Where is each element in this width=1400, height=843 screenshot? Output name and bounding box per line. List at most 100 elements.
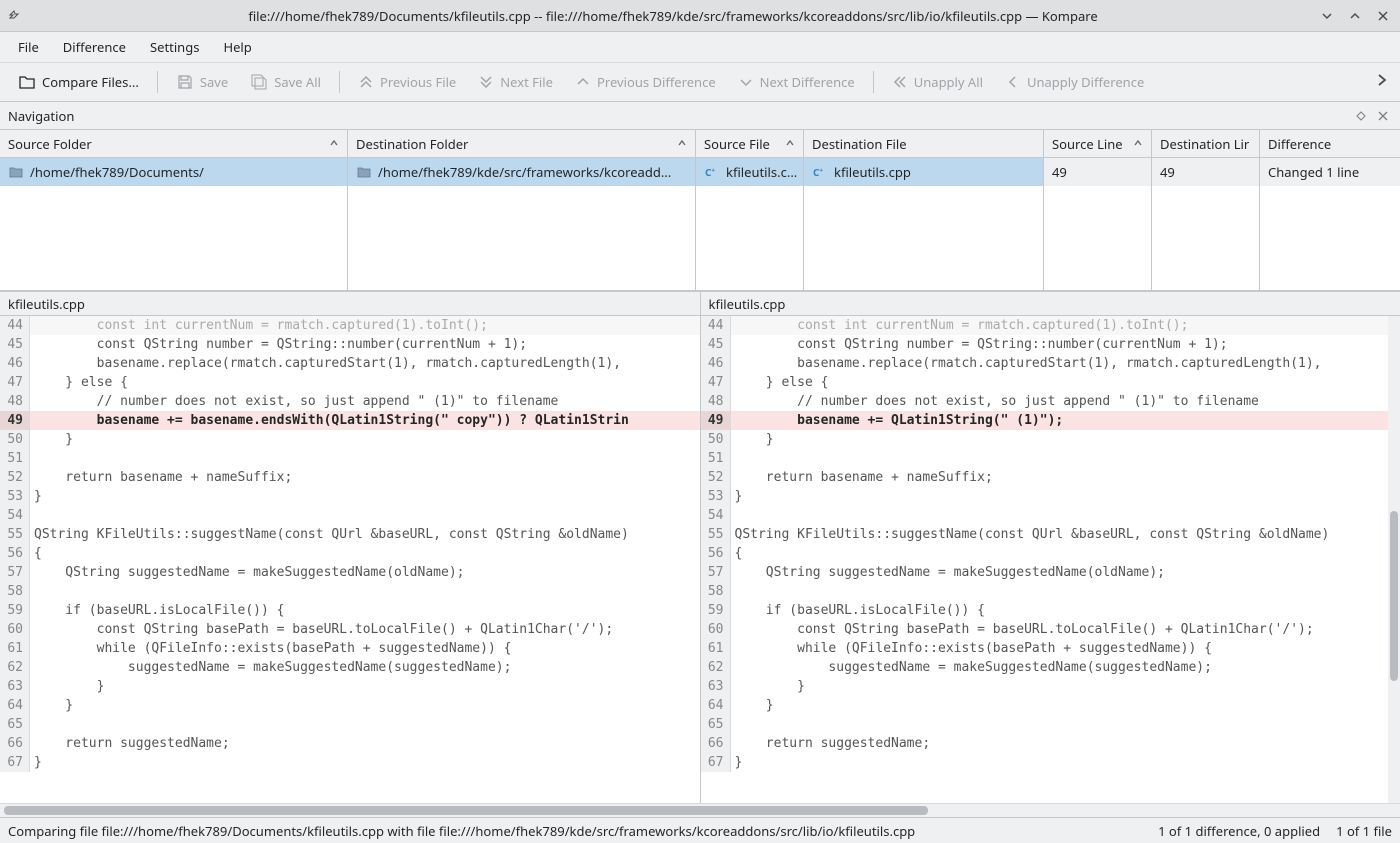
nav-row-source-file[interactable]: C⁺ kfileutils.c... — [696, 158, 803, 186]
code-line[interactable]: 66 return suggestedName; — [0, 734, 700, 753]
minimize-button[interactable] — [1318, 7, 1336, 25]
source-code[interactable]: 44 const int currentNum = rmatch.capture… — [0, 316, 700, 803]
code-line[interactable]: 65 — [0, 715, 700, 734]
code-line[interactable]: 50 } — [701, 430, 1400, 449]
vertical-scrollbar[interactable] — [1388, 316, 1400, 803]
close-button[interactable] — [1374, 7, 1392, 25]
nav-row-dest-file[interactable]: C⁺ kfileutils.cpp — [804, 158, 1043, 186]
code-line[interactable]: 67} — [0, 753, 700, 772]
code-line[interactable]: 62 suggestedName = makeSuggestedName(sug… — [0, 658, 700, 677]
line-number: 62 — [0, 658, 30, 677]
menu-help[interactable]: Help — [213, 34, 261, 60]
code-line[interactable]: 56{ — [0, 544, 700, 563]
nav-row-source-folder[interactable]: /home/fhek789/Documents/ — [0, 158, 347, 186]
code-line[interactable]: 59 if (baseURL.isLocalFile()) { — [0, 601, 700, 620]
line-text: const QString basePath = baseURL.toLocal… — [731, 620, 1400, 639]
nav-row-difference[interactable]: Changed 1 line — [1260, 158, 1400, 186]
line-number: 59 — [0, 601, 30, 620]
code-line[interactable]: 45 const QString number = QString::numbe… — [701, 335, 1400, 354]
code-line[interactable]: 66 return suggestedName; — [701, 734, 1400, 753]
code-line[interactable]: 64 } — [0, 696, 700, 715]
panel-close-button[interactable] — [1374, 107, 1392, 125]
nav-header-dest-folder[interactable]: Destination Folder — [348, 130, 695, 158]
code-line[interactable]: 44 const int currentNum = rmatch.capture… — [0, 316, 700, 335]
code-line[interactable]: 53} — [0, 487, 700, 506]
code-line[interactable]: 47 } else { — [0, 373, 700, 392]
line-number: 58 — [701, 582, 731, 601]
compare-files-button[interactable]: Compare Files... — [8, 67, 149, 97]
line-text: } — [731, 430, 1400, 449]
unapply-difference-button: Unapply Difference — [995, 67, 1154, 97]
nav-header-dest-file[interactable]: Destination File — [804, 130, 1043, 158]
line-number: 52 — [701, 468, 731, 487]
code-line[interactable]: 60 const QString basePath = baseURL.toLo… — [701, 620, 1400, 639]
pin-icon[interactable] — [8, 10, 28, 22]
line-text: return basename + nameSuffix; — [731, 468, 1400, 487]
menu-settings[interactable]: Settings — [140, 34, 209, 60]
line-text: } else { — [731, 373, 1400, 392]
window-title: file:///home/fhek789/Documents/kfileutil… — [28, 7, 1318, 25]
nav-header-source-line[interactable]: Source Line — [1044, 130, 1151, 158]
code-line[interactable]: 56{ — [701, 544, 1400, 563]
code-line[interactable]: 46 basename.replace(rmatch.capturedStart… — [701, 354, 1400, 373]
code-line[interactable]: 52 return basename + nameSuffix; — [701, 468, 1400, 487]
code-line[interactable]: 58 — [0, 582, 700, 601]
code-line[interactable]: 45 const QString number = QString::numbe… — [0, 335, 700, 354]
code-line[interactable]: 58 — [701, 582, 1400, 601]
code-line[interactable]: 48 // number does not exist, so just app… — [701, 392, 1400, 411]
code-line[interactable]: 65 — [701, 715, 1400, 734]
code-line[interactable]: 64 } — [701, 696, 1400, 715]
nav-row-dest-folder[interactable]: /home/fhek789/kde/src/frameworks/kcoread… — [348, 158, 695, 186]
code-line[interactable]: 51 — [0, 449, 700, 468]
code-line[interactable]: 57 QString suggestedName = makeSuggested… — [701, 563, 1400, 582]
line-text: // number does not exist, so just append… — [30, 392, 700, 411]
code-line[interactable]: 55QString KFileUtils::suggestName(const … — [0, 525, 700, 544]
code-line[interactable]: 60 const QString basePath = baseURL.toLo… — [0, 620, 700, 639]
nav-header-difference[interactable]: Difference — [1260, 130, 1400, 158]
code-line[interactable]: 49 basename += QLatin1String(" (1)"); — [701, 411, 1400, 430]
nav-header-dest-line[interactable]: Destination Lir — [1152, 130, 1259, 158]
nav-header-source-folder[interactable]: Source Folder — [0, 130, 347, 158]
code-line[interactable]: 55QString KFileUtils::suggestName(const … — [701, 525, 1400, 544]
code-line[interactable]: 67} — [701, 753, 1400, 772]
code-line[interactable]: 53} — [701, 487, 1400, 506]
line-number: 56 — [701, 544, 731, 563]
code-line[interactable]: 51 — [701, 449, 1400, 468]
code-line[interactable]: 46 basename.replace(rmatch.capturedStart… — [0, 354, 700, 373]
code-line[interactable]: 59 if (baseURL.isLocalFile()) { — [701, 601, 1400, 620]
line-text: if (baseURL.isLocalFile()) { — [30, 601, 700, 620]
scrollbar-thumb[interactable] — [1390, 511, 1398, 681]
menu-difference[interactable]: Difference — [53, 34, 136, 60]
dest-code[interactable]: 44 const int currentNum = rmatch.capture… — [701, 316, 1400, 803]
code-line[interactable]: 52 return basename + nameSuffix; — [0, 468, 700, 487]
line-number: 66 — [701, 734, 731, 753]
code-line[interactable]: 61 while (QFileInfo::exists(basePath + s… — [0, 639, 700, 658]
code-line[interactable]: 48 // number does not exist, so just app… — [0, 392, 700, 411]
maximize-button[interactable] — [1346, 7, 1364, 25]
code-line[interactable]: 62 suggestedName = makeSuggestedName(sug… — [701, 658, 1400, 677]
nav-row-source-line[interactable]: 49 — [1044, 158, 1151, 186]
nav-row-dest-line[interactable]: 49 — [1152, 158, 1259, 186]
code-line[interactable]: 54 — [0, 506, 700, 525]
line-text: } — [731, 753, 1400, 772]
code-line[interactable]: 63 } — [0, 677, 700, 696]
line-text: return suggestedName; — [731, 734, 1400, 753]
code-line[interactable]: 63 } — [701, 677, 1400, 696]
code-line[interactable]: 61 while (QFileInfo::exists(basePath + s… — [701, 639, 1400, 658]
nav-header-source-file[interactable]: Source File — [696, 130, 803, 158]
panel-float-button[interactable] — [1352, 107, 1370, 125]
code-line[interactable]: 57 QString suggestedName = makeSuggested… — [0, 563, 700, 582]
scrollbar-thumb[interactable] — [4, 806, 928, 815]
line-text — [30, 582, 700, 601]
code-line[interactable]: 50 } — [0, 430, 700, 449]
horizontal-scrollbar[interactable] — [0, 803, 1400, 817]
code-line[interactable]: 54 — [701, 506, 1400, 525]
line-number: 54 — [0, 506, 30, 525]
toolbar-overflow-button[interactable] — [1372, 73, 1392, 91]
sort-arrow-icon — [329, 137, 339, 151]
code-line[interactable]: 49 basename += basename.endsWith(QLatin1… — [0, 411, 700, 430]
code-line[interactable]: 47 } else { — [701, 373, 1400, 392]
line-text: return suggestedName; — [30, 734, 700, 753]
menu-file[interactable]: File — [8, 34, 49, 60]
code-line[interactable]: 44 const int currentNum = rmatch.capture… — [701, 316, 1400, 335]
